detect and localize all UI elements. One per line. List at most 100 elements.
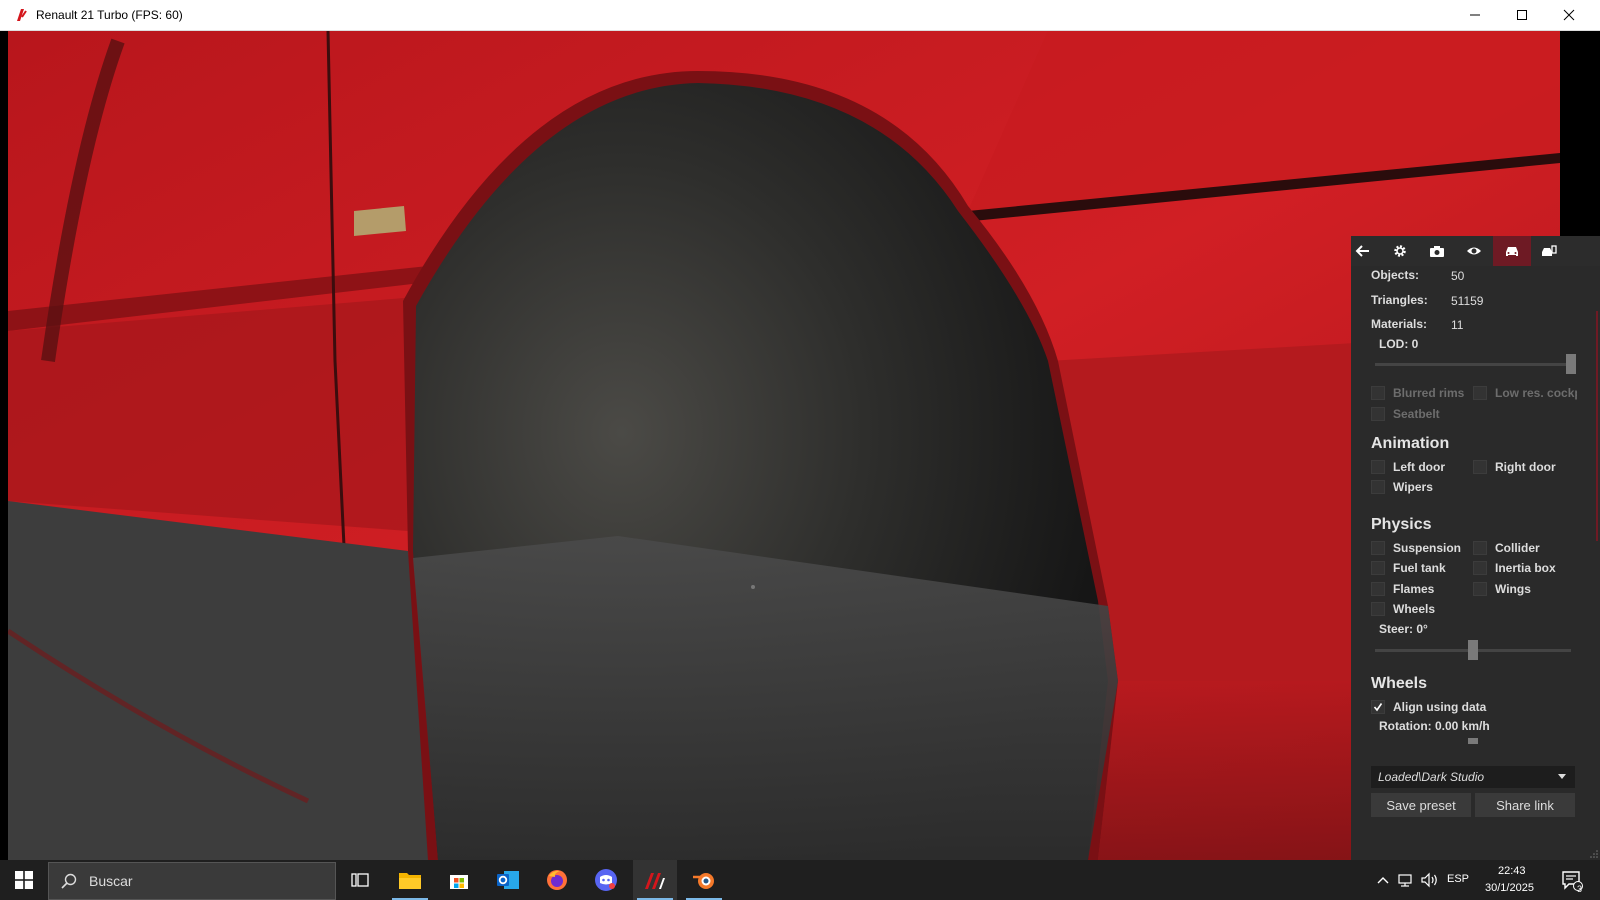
lod-label: LOD: 0 [1379,337,1419,351]
resize-grip-icon[interactable] [1588,848,1598,858]
steer-label: Steer: 0° [1379,622,1428,636]
wheels-section-title: Wheels [1371,675,1428,692]
lod-slider-track[interactable] [1375,363,1571,366]
taskbar-search-box[interactable]: Buscar [48,862,336,900]
minimize-icon [1470,14,1480,16]
back-arrow-icon [1355,245,1369,257]
clock-time[interactable]: 22:43 [1498,865,1526,877]
car-render [8,31,1560,860]
close-button[interactable] [1546,0,1592,30]
share-link-button[interactable]: Share link [1475,793,1575,817]
clock-date[interactable]: 30/1/2025 [1485,882,1534,894]
align-using-data-checkbox[interactable]: Align using data [1371,700,1486,714]
minimize-button[interactable] [1452,0,1498,30]
blender-button[interactable] [682,860,726,900]
suspension-checkbox[interactable]: Suspension [1371,541,1461,555]
collider-checkbox[interactable]: Collider [1473,541,1540,555]
outlook-icon [497,871,519,889]
checkbox-box [1371,407,1385,421]
settings-panel: Objects: 50 Triangles: 51159 Materials: … [1351,236,1600,860]
collider-label: Collider [1495,541,1540,555]
task-view-button[interactable] [340,860,380,900]
firefox-button[interactable] [535,860,579,900]
file-explorer-button[interactable] [388,860,432,900]
materials-value: 11 [1451,318,1464,332]
objects-label: Objects: [1371,268,1420,282]
tab-car[interactable] [1493,236,1531,266]
tab-back[interactable] [1344,236,1382,266]
panel-scrollbar[interactable] [1596,311,1598,541]
rotation-label: Rotation: 0.00 km/h [1379,719,1490,733]
wheels-physics-checkbox[interactable]: Wheels [1371,602,1435,616]
flames-checkbox[interactable]: Flames [1371,582,1434,596]
wipers-label: Wipers [1393,480,1433,494]
car-info-icon [1542,245,1557,256]
content-manager-icon [645,873,665,889]
blurred-rims-label: Blurred rims [1393,386,1465,400]
rotation-slider-handle[interactable] [1468,738,1478,744]
start-button[interactable] [0,860,48,900]
align-using-data-label: Align using data [1393,700,1487,714]
volume-button[interactable] [1419,860,1441,900]
save-preset-button[interactable]: Save preset [1371,793,1471,817]
maximize-button[interactable] [1499,0,1545,30]
app-logo-icon [17,9,27,21]
car-icon [1506,247,1518,256]
content-manager-button[interactable] [633,860,677,900]
wipers-checkbox[interactable]: Wipers [1371,480,1433,494]
checkbox-box [1473,460,1487,474]
tab-view[interactable] [1455,236,1493,266]
checkbox-box [1473,541,1487,555]
physics-section-title: Physics [1371,516,1432,533]
left-door-label: Left door [1393,460,1445,474]
objects-value: 50 [1451,269,1465,283]
gear-icon [1394,245,1406,257]
seatbelt-checkbox[interactable]: Seatbelt [1371,407,1440,421]
discord-button[interactable] [584,860,628,900]
volume-icon [1421,872,1437,888]
fuel-tank-label: Fuel tank [1393,561,1446,575]
inertia-box-label: Inertia box [1495,561,1556,575]
camera-icon [1430,246,1444,257]
blender-icon [693,873,714,889]
checkbox-box [1473,561,1487,575]
3d-viewport[interactable] [8,31,1560,860]
blurred-rims-checkbox[interactable]: Blurred rims [1371,386,1464,400]
maximize-icon [1517,10,1527,20]
network-button[interactable] [1396,860,1418,900]
microsoft-store-button[interactable] [437,860,481,900]
tab-car-info[interactable] [1530,236,1568,266]
show-hidden-icons-button[interactable] [1373,860,1393,900]
fuel-tank-checkbox[interactable]: Fuel tank [1371,561,1446,575]
tab-camera[interactable] [1418,236,1456,266]
triangles-value: 51159 [1451,294,1484,308]
lod-slider-handle[interactable] [1566,354,1576,374]
low-res-cockpit-checkbox[interactable]: Low res. cockp [1473,386,1577,400]
preset-dropdown[interactable]: Loaded\Dark Studio [1371,766,1575,788]
steer-slider-handle[interactable] [1468,640,1478,660]
outlook-button[interactable] [486,860,530,900]
checkbox-box [1371,386,1385,400]
left-door-checkbox[interactable]: Left door [1371,460,1445,474]
window-title: Renault 21 Turbo (FPS: 60) [36,8,183,22]
low-res-cockpit-label: Low res. cockp [1495,386,1577,400]
animation-section-title: Animation [1371,435,1450,452]
close-icon [1563,9,1575,21]
checkbox-box [1371,541,1385,555]
eye-icon [1467,247,1481,255]
tab-settings[interactable] [1381,236,1419,266]
flames-label: Flames [1393,582,1435,596]
notification-center-button[interactable]: 3 [1552,860,1592,900]
file-explorer-icon [399,873,421,889]
search-placeholder: Buscar [89,873,133,889]
inertia-box-checkbox[interactable]: Inertia box [1473,561,1556,575]
checkbox-box [1371,602,1385,616]
seatbelt-label: Seatbelt [1393,407,1440,421]
panel-tab-bar [1351,236,1600,266]
right-door-checkbox[interactable]: Right door [1473,460,1556,474]
right-door-label: Right door [1495,460,1556,474]
checkbox-box [1371,460,1385,474]
chevron-up-icon [1377,877,1389,884]
language-indicator[interactable]: ESP [1447,873,1469,885]
wings-checkbox[interactable]: Wings [1473,582,1531,596]
